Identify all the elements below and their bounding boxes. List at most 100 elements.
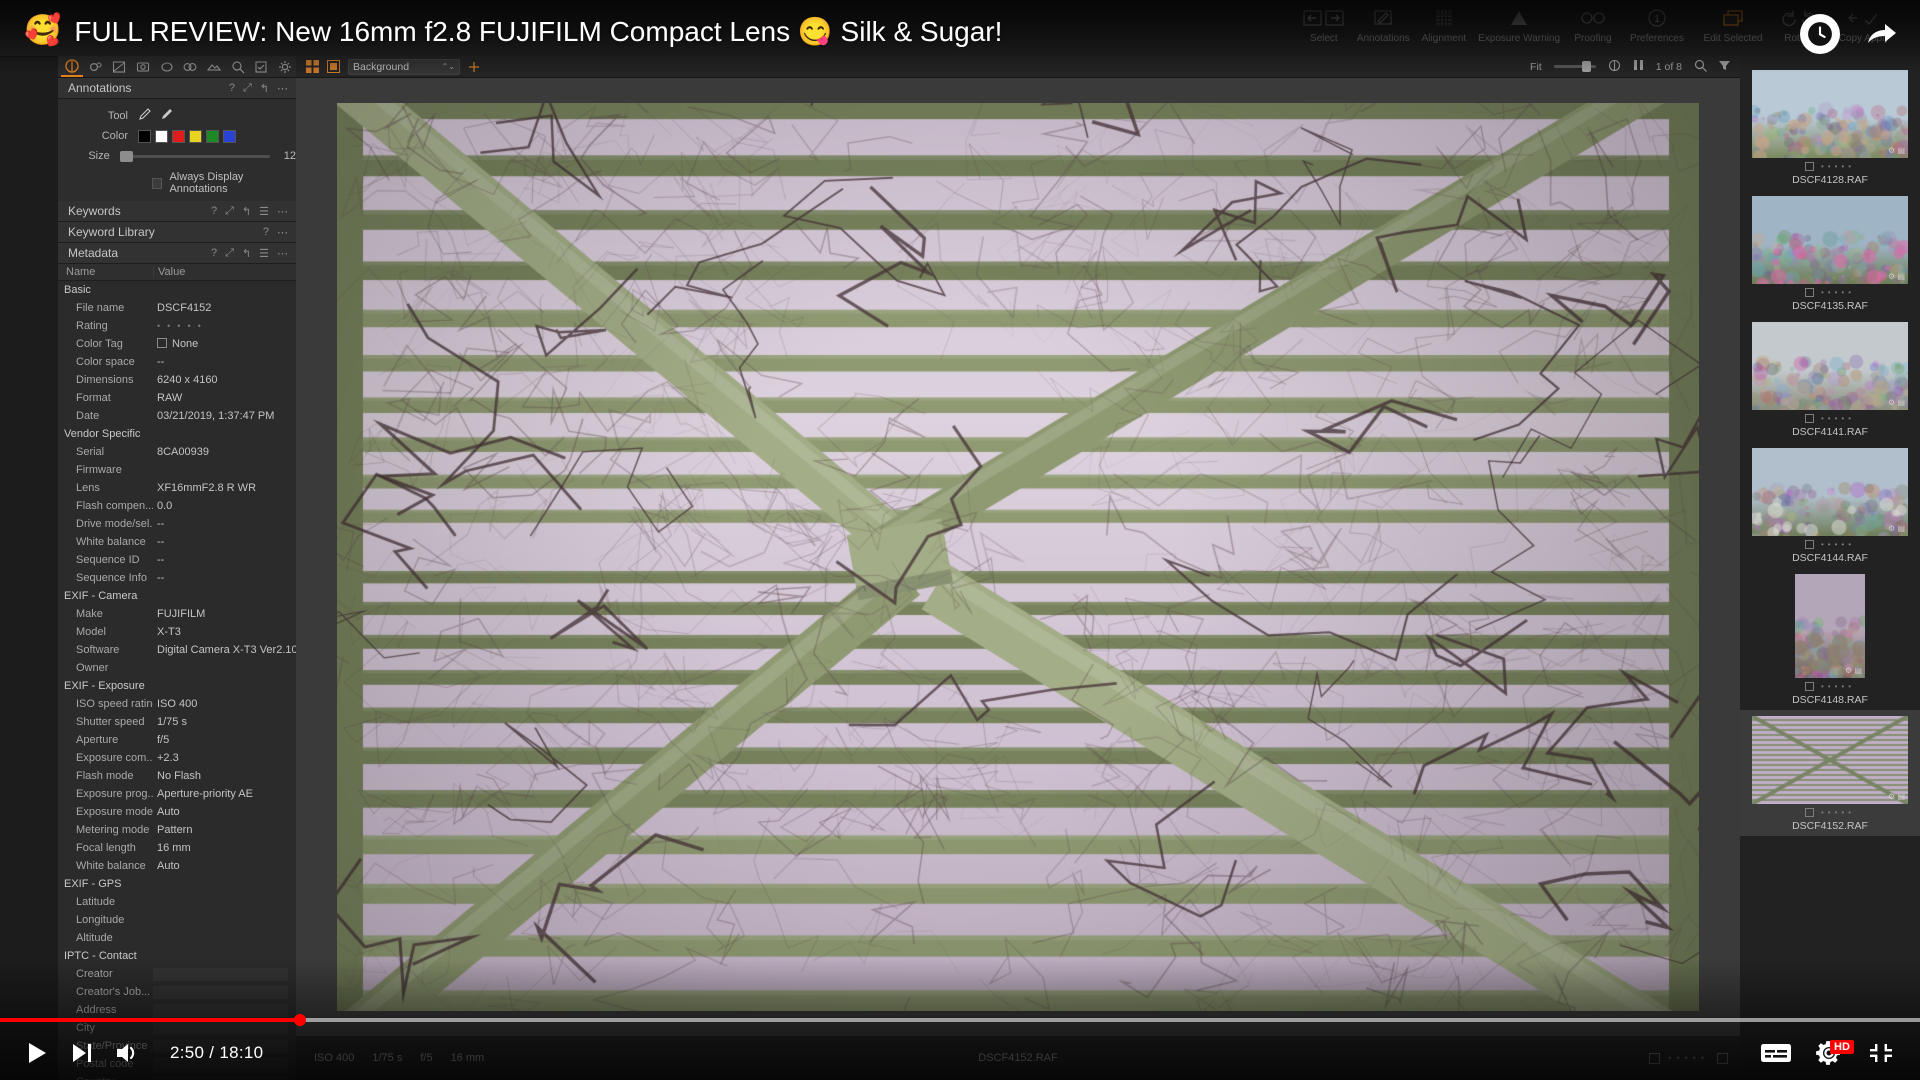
- tool-tab-composition[interactable]: [132, 57, 154, 77]
- metadata-row[interactable]: Sequence ID --: [58, 551, 296, 569]
- metadata-group-header[interactable]: Basic: [58, 281, 296, 299]
- youtube-left-controls[interactable]: 2:50 / 18:10: [24, 1040, 263, 1066]
- share-button[interactable]: [1866, 21, 1898, 47]
- rating-stars[interactable]: •••••: [157, 321, 208, 331]
- image-viewer[interactable]: [296, 78, 1740, 1036]
- metadata-row[interactable]: Longitude: [58, 911, 296, 929]
- color-swatch-white[interactable]: [155, 130, 168, 143]
- toolbar-annotations-tool[interactable]: Annotations: [1351, 4, 1416, 45]
- background-select[interactable]: Background ⌃⌄: [348, 59, 460, 75]
- metadata-group-header[interactable]: EXIF - GPS: [58, 875, 296, 893]
- youtube-top-right-controls[interactable]: [1800, 14, 1898, 54]
- youtube-player[interactable]: Select Annotations Alignment Exposure Wa…: [0, 0, 1920, 1080]
- thumbnail-item[interactable]: ⚙ ▤ ••••• DSCF4135.RAF: [1740, 190, 1920, 316]
- image-browser[interactable]: ⚙ ▤ ••••• DSCF4128.RAF ⚙ ▤ ••••• DSCF4135.RAF…: [1740, 56, 1920, 1080]
- thumbnail-meta[interactable]: •••••: [1752, 808, 1908, 817]
- thumbnail-item[interactable]: ⚙ ▤ ••••• DSCF4152.RAF: [1740, 710, 1920, 836]
- metadata-row-value[interactable]: XF16mmF2.8 R WR: [153, 482, 296, 494]
- youtube-right-controls[interactable]: HD: [1738, 1038, 1896, 1068]
- color-swatch-black[interactable]: [138, 130, 151, 143]
- thumbnail-rating[interactable]: •••••: [1821, 540, 1855, 549]
- undo-icon[interactable]: ↰: [260, 82, 269, 95]
- thumbnail-image[interactable]: ⚙ ▤: [1752, 196, 1908, 284]
- help-icon[interactable]: ?: [229, 82, 235, 94]
- metadata-row[interactable]: Drive mode/sel... --: [58, 515, 296, 533]
- metadata-row[interactable]: Dimensions 6240 x 4160: [58, 371, 296, 389]
- play-button[interactable]: [24, 1040, 50, 1066]
- metadata-row[interactable]: White balance Auto: [58, 857, 296, 875]
- tool-tab-details[interactable]: [156, 57, 178, 77]
- metadata-row[interactable]: Latitude: [58, 893, 296, 911]
- thumbnail-color-tag[interactable]: [1805, 288, 1814, 297]
- video-title[interactable]: FULL REVIEW: New 16mm f2.8 FUJIFILM Comp…: [74, 15, 1002, 48]
- thumbnail-meta[interactable]: •••••: [1752, 540, 1908, 549]
- exit-fullscreen-button[interactable]: [1866, 1038, 1896, 1068]
- undo-icon[interactable]: ↰: [242, 247, 251, 260]
- thumbnail-rating[interactable]: •••••: [1821, 414, 1855, 423]
- toolbar-preferences-tool[interactable]: 1 Preferences: [1620, 4, 1694, 45]
- panel-menu-icon[interactable]: ⋯: [277, 226, 288, 239]
- metadata-row[interactable]: Date 03/21/2019, 1:37:47 PM: [58, 407, 296, 425]
- metadata-row[interactable]: ISO speed rating ISO 400: [58, 695, 296, 713]
- reset-arrow-icon[interactable]: ⤢: [243, 82, 252, 95]
- settings-button[interactable]: HD: [1814, 1038, 1844, 1068]
- metadata-row-value[interactable]: ISO 400: [153, 698, 296, 710]
- metadata-group-header[interactable]: EXIF - Exposure: [58, 677, 296, 695]
- tool-tab-color[interactable]: [85, 57, 107, 77]
- metadata-row[interactable]: Flash mode No Flash: [58, 767, 296, 785]
- thumbnail-item[interactable]: ⚙ ▤ ••••• DSCF4128.RAF: [1740, 64, 1920, 190]
- fit-label[interactable]: Fit: [1530, 61, 1542, 73]
- annotation-size-slider[interactable]: [120, 155, 270, 158]
- toolbar-exposure-warning-tool[interactable]: Exposure Warning: [1472, 4, 1566, 45]
- metadata-row-value[interactable]: RAW: [153, 392, 296, 404]
- color-swatch-red[interactable]: [172, 130, 185, 143]
- metadata-row-value[interactable]: 1/75 s: [153, 716, 296, 728]
- color-swatch-green[interactable]: [206, 130, 219, 143]
- thumbnail-rating[interactable]: •••••: [1821, 682, 1855, 691]
- pencil-tool-icon[interactable]: [138, 107, 152, 126]
- thumbnail-image[interactable]: ⚙ ▤: [1752, 70, 1908, 158]
- left-tool-panel[interactable]: Annotations ? ⤢ ↰ ⋯ Tool Color Size 12 A…: [58, 78, 296, 1080]
- viewer-photo[interactable]: [337, 103, 1699, 1011]
- metadata-row[interactable]: Model X-T3: [58, 623, 296, 641]
- color-swatch-blue[interactable]: [223, 130, 236, 143]
- thumbnail-image[interactable]: ⚙ ▤: [1752, 448, 1908, 536]
- metadata-row[interactable]: Lens XF16mmF2.8 R WR: [58, 479, 296, 497]
- help-icon[interactable]: ?: [263, 226, 269, 238]
- metadata-row-value[interactable]: 0.0: [153, 500, 296, 512]
- metadata-row[interactable]: Format RAW: [58, 389, 296, 407]
- focus-mask-icon[interactable]: [1608, 59, 1621, 75]
- metadata-row[interactable]: Color space --: [58, 353, 296, 371]
- reset-arrow-icon[interactable]: ⤢: [225, 205, 234, 218]
- metadata-row[interactable]: Shutter speed 1/75 s: [58, 713, 296, 731]
- panel-menu-icon[interactable]: ⋯: [277, 205, 288, 218]
- add-variant-icon[interactable]: [468, 61, 480, 73]
- thumbnail-rating[interactable]: •••••: [1821, 162, 1855, 171]
- metadata-row-value[interactable]: 16 mm: [153, 842, 296, 854]
- thumbnail-meta[interactable]: •••••: [1752, 162, 1908, 171]
- metadata-row[interactable]: Altitude: [58, 929, 296, 947]
- zoom-slider-knob[interactable]: [1582, 61, 1591, 72]
- tool-tab-strip[interactable]: [58, 56, 296, 78]
- help-icon[interactable]: ?: [211, 205, 217, 217]
- tool-tab-output[interactable]: [203, 57, 225, 77]
- thumbnail-color-tag[interactable]: [1805, 162, 1814, 171]
- always-display-annotations-row[interactable]: Always Display Annotations: [58, 171, 296, 195]
- metadata-row-value[interactable]: --: [153, 518, 296, 530]
- thumbnail-item[interactable]: ⚙ ▤ ••••• DSCF4148.RAF: [1740, 568, 1920, 710]
- thumbnail-meta[interactable]: •••••: [1752, 288, 1908, 297]
- metadata-row[interactable]: Exposure mode Auto: [58, 803, 296, 821]
- thumbnail-image[interactable]: ⚙ ▤: [1752, 322, 1908, 410]
- tool-tab-adjustments[interactable]: [251, 57, 273, 77]
- metadata-row[interactable]: File name DSCF4152: [58, 299, 296, 317]
- metadata-row-value[interactable]: Aperture-priority AE: [153, 788, 296, 800]
- annotation-color-swatches[interactable]: [138, 130, 296, 143]
- metadata-row-value[interactable]: 6240 x 4160: [153, 374, 296, 386]
- tool-tab-lens[interactable]: [108, 57, 130, 77]
- thumbnail-item[interactable]: ⚙ ▤ ••••• DSCF4141.RAF: [1740, 316, 1920, 442]
- toolbar-alignment-tool[interactable]: Alignment: [1416, 4, 1472, 45]
- metadata-row[interactable]: Software Digital Camera X-T3 Ver2.10: [58, 641, 296, 659]
- metadata-row[interactable]: White balance --: [58, 533, 296, 551]
- metadata-row-value[interactable]: +2.3: [153, 752, 296, 764]
- metadata-row[interactable]: Firmware: [58, 461, 296, 479]
